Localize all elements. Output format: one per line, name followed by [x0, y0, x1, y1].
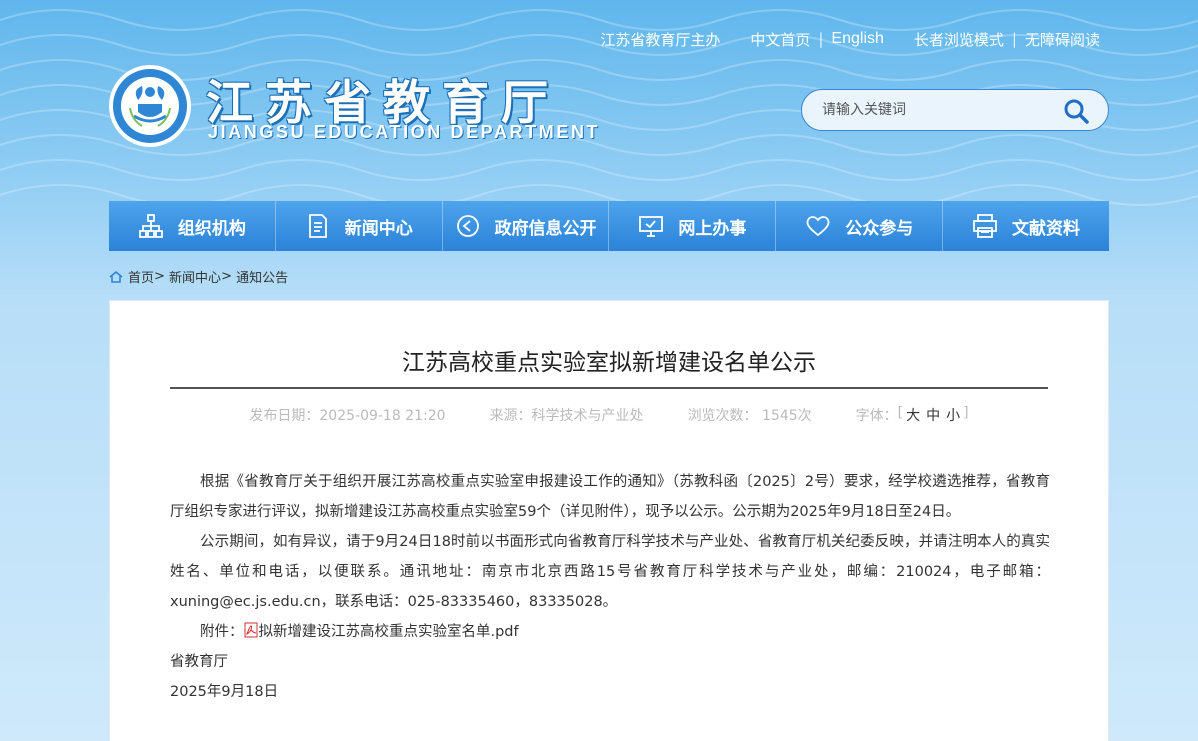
font-small-button[interactable]: 小 — [946, 405, 960, 425]
site-subtitle: JIANGSU EDUCATION DEPARTMENT — [208, 122, 601, 142]
nav-item-gov-info[interactable]: 政府信息公开 — [443, 201, 610, 251]
search-icon[interactable] — [1062, 97, 1090, 125]
attachment-label: 附件： — [200, 624, 244, 640]
nav-item-news[interactable]: 新闻中心 — [276, 201, 443, 251]
main-nav: 组织机构 新闻中心 政府信息公开 网上办事 公众参与 文献资料 — [109, 201, 1109, 251]
home-icon — [109, 270, 123, 283]
nav-label: 文献资料 — [1012, 218, 1081, 239]
view-count: 浏览次数： 1545次 — [687, 408, 812, 424]
article-meta: 发布日期：2025-09-18 21:20 来源：科学技术与产业处 浏览次数： … — [249, 405, 969, 425]
breadcrumb: 首页 > 新闻中心 > 通知公告 — [109, 267, 288, 286]
article-title: 江苏高校重点实验室拟新增建设名单公示 — [402, 350, 816, 376]
breadcrumb-notice[interactable]: 通知公告 — [236, 267, 288, 286]
font-large-button[interactable]: 大 — [906, 405, 920, 425]
nav-label: 公众参与 — [845, 218, 914, 239]
accessible-reading-link[interactable]: 无障碍阅读 — [1025, 29, 1100, 50]
article-card: 江苏高校重点实验室拟新增建设名单公示 发布日期：2025-09-18 21:20… — [109, 300, 1109, 741]
nav-item-public-participation[interactable]: 公众参与 — [776, 201, 944, 251]
nav-label: 政府信息公开 — [494, 218, 597, 239]
nav-label: 组织机构 — [177, 218, 246, 239]
breadcrumb-news[interactable]: 新闻中心 — [169, 267, 221, 286]
printer-icon — [973, 214, 997, 238]
breadcrumb-home[interactable]: 首页 — [128, 267, 154, 286]
nav-label: 网上办事 — [678, 218, 747, 239]
search-box — [801, 89, 1109, 131]
top-links: 江苏省教育厅主办 中文首页 | English 长者浏览模式 | 无障碍阅读 — [600, 29, 1100, 50]
publish-date: 发布日期：2025-09-18 21:20 — [249, 408, 446, 424]
title-divider — [170, 387, 1048, 389]
logo-emblem[interactable] — [108, 64, 192, 148]
paragraph: 根据《省教育厅关于组织开展江苏高校重点实验室申报建设工作的通知》（苏教科函〔20… — [170, 474, 1050, 520]
font-medium-button[interactable]: 中 — [926, 405, 940, 425]
article-source: 来源：科学技术与产业处 — [489, 408, 644, 424]
sponsor-text: 江苏省教育厅主办 — [600, 30, 721, 49]
search-input[interactable] — [802, 102, 1052, 118]
document-icon — [308, 214, 327, 238]
heart-icon — [806, 216, 830, 237]
home-cn-link[interactable]: 中文首页 — [750, 29, 810, 50]
nav-label: 新闻中心 — [344, 218, 413, 239]
nav-item-online-service[interactable]: 网上办事 — [609, 201, 777, 251]
org-chart-icon — [139, 214, 163, 238]
nav-item-org[interactable]: 组织机构 — [109, 201, 276, 251]
attachment-link[interactable]: 拟新增建设江苏高校重点实验室名单.pdf — [259, 624, 519, 640]
english-link[interactable]: English — [831, 30, 883, 48]
font-size-label: 字体： — [855, 408, 898, 424]
monitor-icon — [639, 216, 664, 237]
elder-mode-link[interactable]: 长者浏览模式 — [914, 29, 1004, 50]
signature-date: 2025年9月18日 — [170, 684, 279, 700]
nav-item-documents[interactable]: 文献资料 — [943, 201, 1109, 251]
signature: 省教育厅 — [170, 654, 228, 670]
pdf-icon — [244, 622, 257, 638]
article-body: 根据《省教育厅关于组织开展江苏高校重点实验室申报建设工作的通知》（苏教科函〔20… — [170, 467, 1050, 707]
attachment-line: 附件： 拟新增建设江苏高校重点实验室名单.pdf — [170, 617, 1050, 647]
paragraph: 公示期间，如有异议，请于9月24日18时前以书面形式向省教育厅科学技术与产业处、… — [170, 534, 1050, 610]
play-circle-icon — [456, 215, 479, 237]
